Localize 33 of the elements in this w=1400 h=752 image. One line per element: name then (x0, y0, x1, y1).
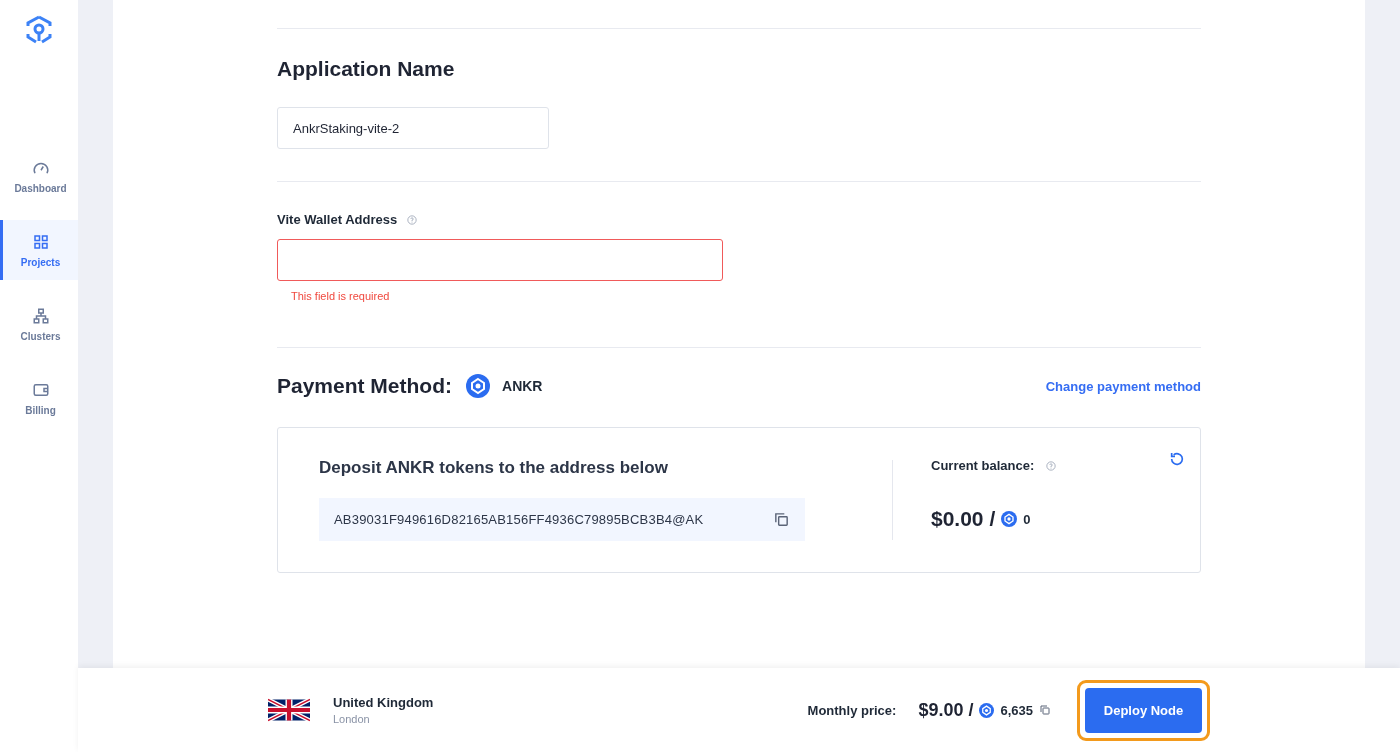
deploy-button[interactable]: Deploy Node (1085, 687, 1202, 733)
section-title: Payment Method: (277, 374, 452, 398)
app-name-input[interactable]: AnkrStaking-vite-2 (277, 107, 549, 149)
nav-item[interactable]: Billing (0, 368, 78, 428)
nav-item[interactable]: Projects (0, 220, 78, 280)
token-icon (979, 702, 995, 718)
copy-icon[interactable] (773, 511, 790, 528)
balance-tokens: 0 (1023, 511, 1031, 527)
price-tokens: 6,635 (1000, 702, 1033, 718)
wallet-address-input[interactable] (277, 239, 723, 281)
change-payment-link[interactable]: Change payment method (1045, 378, 1201, 394)
token-icon (1001, 511, 1018, 527)
help-icon (1046, 460, 1057, 471)
error-message: This field is required (291, 290, 391, 302)
price-usd: $9.00 / (918, 699, 974, 721)
field-label: Vite Wallet Address (277, 212, 398, 227)
deposit-title: Deposit ANKR tokens to the address below (319, 458, 669, 478)
wallet-address: AB39031F949616D82165AB156FF4936C79895BCB3B4@AK (334, 512, 704, 527)
balance-label: Current balance: (931, 458, 1035, 473)
section-title: Application Name (277, 57, 456, 81)
price-label: Monthly price: (807, 702, 897, 718)
nav-item[interactable]: Dashboard (0, 146, 78, 206)
grid-icon (31, 232, 50, 251)
city-name: London (333, 713, 371, 725)
balance-usd: $0.00 / (931, 507, 996, 531)
copy-icon[interactable] (1039, 704, 1051, 716)
token-name: ANKR (502, 378, 543, 394)
help-icon (407, 214, 418, 225)
country-name: United Kingdom (333, 695, 434, 710)
nav-item[interactable]: Clusters (0, 294, 78, 354)
hierarchy-icon (31, 306, 50, 325)
refresh-icon[interactable] (1169, 451, 1185, 467)
token-icon (466, 374, 490, 398)
